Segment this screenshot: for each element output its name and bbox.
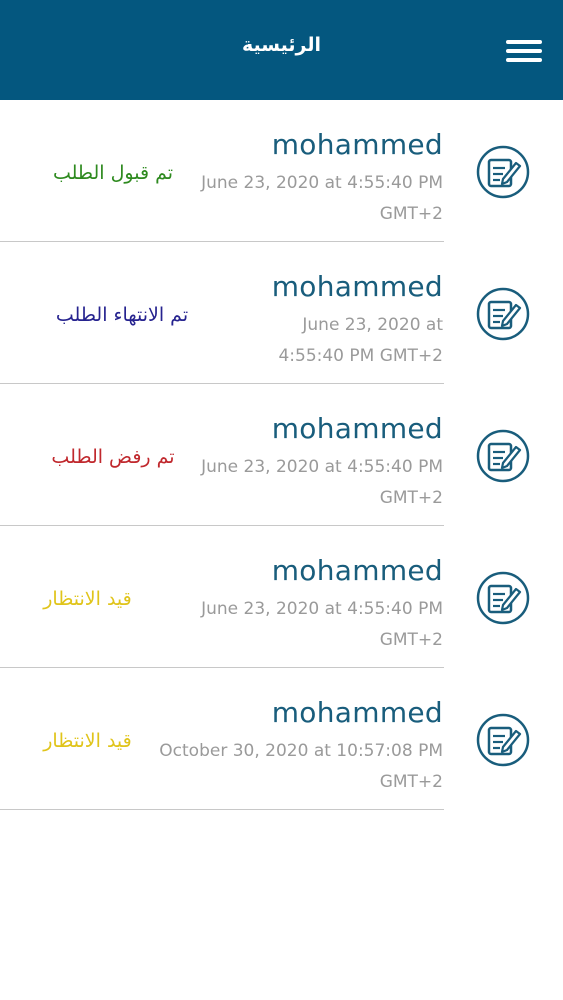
item-name: mohammed <box>271 270 443 303</box>
status-badge: تم رفض الطلب <box>51 446 175 468</box>
request-list: mohammed June 23, 2020 at 4:55:40 PM GMT… <box>0 100 563 810</box>
item-name: mohammed <box>271 128 443 161</box>
hamburger-menu-icon[interactable] <box>500 34 548 70</box>
status-badge: تم الانتهاء الطلب <box>55 304 189 326</box>
status-badge: قيد الانتظار <box>43 588 132 610</box>
status-badge: قيد الانتظار <box>43 730 132 752</box>
item-name: mohammed <box>271 554 443 587</box>
item-date: June 23, 2020 at 4:55:40 PM GMT+2 <box>278 315 443 366</box>
edit-document-icon <box>476 287 530 341</box>
item-name: mohammed <box>271 412 443 445</box>
page-title: الرئيسية <box>242 34 321 56</box>
item-date: June 23, 2020 at 4:55:40 PM GMT+2 <box>201 173 443 224</box>
edit-document-icon <box>476 429 530 483</box>
divider <box>0 809 444 810</box>
list-item[interactable]: mohammed October 30, 2020 at 10:57:08 PM… <box>0 668 563 810</box>
status-badge: تم قبول الطلب <box>52 162 174 184</box>
edit-document-icon <box>476 145 530 199</box>
item-date: June 23, 2020 at 4:55:40 PM GMT+2 <box>201 457 443 508</box>
list-item[interactable]: mohammed June 23, 2020 at 4:55:40 PM GMT… <box>0 242 563 384</box>
list-item[interactable]: mohammed June 23, 2020 at 4:55:40 PM GMT… <box>0 384 563 526</box>
item-name: mohammed <box>271 696 443 729</box>
item-date: October 30, 2020 at 10:57:08 PM GMT+2 <box>159 741 443 792</box>
list-item[interactable]: mohammed June 23, 2020 at 4:55:40 PM GMT… <box>0 526 563 668</box>
app-bar: الرئيسية <box>0 0 563 100</box>
item-date: June 23, 2020 at 4:55:40 PM GMT+2 <box>201 599 443 650</box>
edit-document-icon <box>476 571 530 625</box>
edit-document-icon <box>476 713 530 767</box>
list-item[interactable]: mohammed June 23, 2020 at 4:55:40 PM GMT… <box>0 100 563 242</box>
